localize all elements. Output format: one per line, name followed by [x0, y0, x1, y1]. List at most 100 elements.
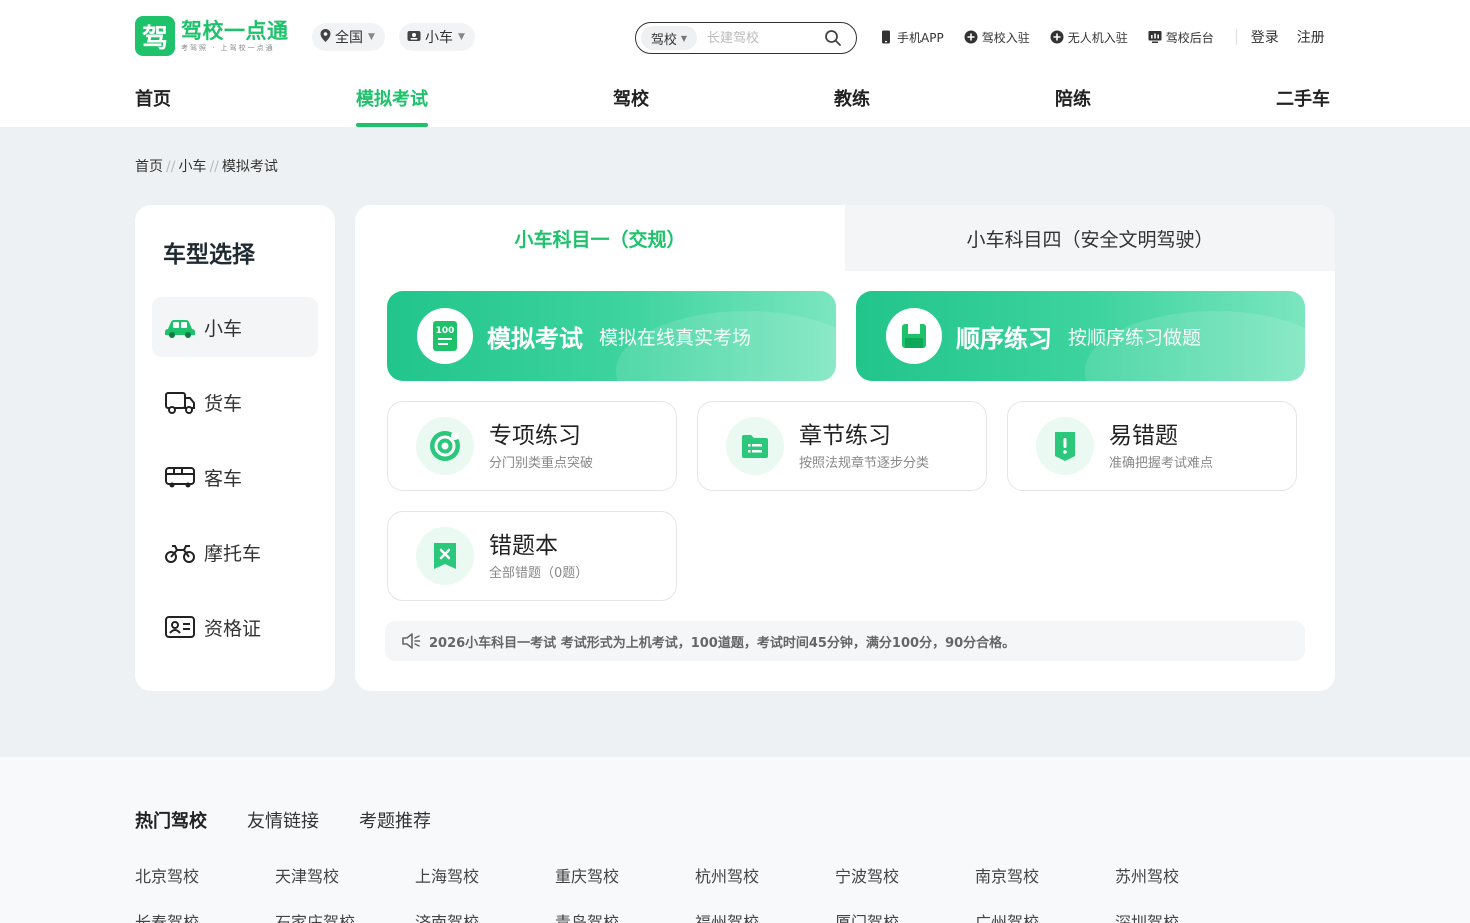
- sidebar-title: 车型选择: [163, 242, 255, 268]
- location-pin-icon: [320, 29, 331, 45]
- exam-paper-icon: 100: [417, 308, 473, 364]
- mock-exam-button[interactable]: 100 模拟考试 模拟在线真实考场: [387, 291, 836, 381]
- notice-text: 2026小车科目一考试 考试形式为上机考试，100道题，考试时间45分钟，满分1…: [429, 635, 1016, 651]
- tab-subject-one[interactable]: 小车科目一（交规）: [355, 205, 845, 271]
- footer-link[interactable]: 宁波驾校: [835, 863, 899, 887]
- exam-panel: 小车科目一（交规） 小车科目四（安全文明驾驶） 100 模拟考试 模拟在线真实考…: [355, 205, 1335, 691]
- vehicle-sidebar: 车型选择 小车 货车 客车 摩托车 资格证: [135, 205, 335, 691]
- plus-circle-icon: [964, 30, 978, 44]
- error-prone-card[interactable]: 易错题 准确把握考试难点: [1007, 401, 1297, 491]
- vehicle-selector[interactable]: 小车 ▼: [399, 23, 475, 51]
- plus-circle-icon: [1050, 30, 1064, 44]
- footer-link[interactable]: 青岛驾校: [555, 909, 619, 923]
- breadcrumb-home[interactable]: 首页: [135, 159, 163, 175]
- footer-link[interactable]: 上海驾校: [415, 863, 479, 887]
- nav-driving-school[interactable]: 驾校: [613, 85, 649, 127]
- sidebar-item-bus[interactable]: 客车: [152, 447, 318, 507]
- footer-link[interactable]: 济南驾校: [415, 909, 479, 923]
- nav-mock-exam[interactable]: 模拟考试: [356, 85, 428, 127]
- logo[interactable]: 驾 驾校一点通 考驾照 · 上驾校一点通: [135, 16, 289, 56]
- register-link[interactable]: 注册: [1297, 27, 1325, 47]
- wrong-answers-subtitle: 全部错题（0题）: [489, 565, 589, 581]
- footer: 热门驾校 友情链接 考题推荐 北京驾校 天津驾校 上海驾校 重庆驾校 杭州驾校 宁波驾校 南…: [0, 757, 1470, 923]
- search-input[interactable]: [707, 30, 819, 46]
- logo-name: 驾校一点通: [181, 19, 289, 43]
- login-link[interactable]: 登录: [1251, 27, 1279, 47]
- chapter-practice-subtitle: 按照法规章节逐步分类: [799, 455, 930, 471]
- footer-link[interactable]: 石家庄驾校: [275, 909, 355, 923]
- wrong-answers-title: 错题本: [489, 532, 558, 559]
- school-admin-link[interactable]: 驾校后台: [1148, 29, 1214, 46]
- search-type-dropdown[interactable]: 驾校 ▼: [641, 26, 697, 50]
- nav-coach[interactable]: 教练: [834, 85, 870, 127]
- dashboard-icon: [1148, 31, 1162, 43]
- footer-tab-recommended[interactable]: 考题推荐: [359, 807, 431, 833]
- breadcrumb-car[interactable]: 小车: [178, 159, 206, 175]
- sidebar-item-truck[interactable]: 货车: [152, 372, 318, 432]
- wrong-answers-card[interactable]: 错题本 全部错题（0题）: [387, 511, 677, 601]
- search-box: 驾校 ▼: [635, 22, 857, 54]
- sidebar-item-motorcycle[interactable]: 摩托车: [152, 522, 318, 582]
- id-card-icon: [165, 616, 195, 638]
- footer-link[interactable]: 厦门驾校: [835, 909, 899, 923]
- footer-link[interactable]: 福州驾校: [695, 909, 759, 923]
- sequential-practice-subtitle: 按顺序练习做题: [1068, 326, 1202, 349]
- folder-icon: [726, 417, 784, 475]
- book-icon: [886, 308, 942, 364]
- topic-practice-subtitle: 分门别类重点突破: [489, 455, 594, 471]
- topic-practice-title: 专项练习: [489, 422, 581, 449]
- footer-link[interactable]: 广州驾校: [975, 909, 1039, 923]
- bus-icon: [165, 467, 195, 488]
- drone-join-link[interactable]: 无人机入驻: [1050, 29, 1128, 46]
- wrong-book-icon: [416, 527, 474, 585]
- exclamation-icon: [1036, 417, 1094, 475]
- footer-link[interactable]: 长春驾校: [135, 909, 199, 923]
- vehicle-label: 小车: [425, 30, 453, 46]
- error-prone-title: 易错题: [1109, 422, 1178, 449]
- speaker-icon: [402, 633, 421, 649]
- logo-mark: 驾: [135, 16, 175, 56]
- sequential-practice-button[interactable]: 顺序练习 按顺序练习做题: [856, 291, 1305, 381]
- footer-link[interactable]: 苏州驾校: [1115, 863, 1179, 887]
- chapter-practice-title: 章节练习: [799, 422, 891, 449]
- search-icon[interactable]: [824, 29, 842, 47]
- nav-home[interactable]: 首页: [135, 85, 171, 127]
- footer-link[interactable]: 北京驾校: [135, 863, 199, 887]
- footer-link[interactable]: 深圳驾校: [1115, 909, 1179, 923]
- svg-text:100: 100: [436, 326, 455, 336]
- mock-exam-subtitle: 模拟在线真实考场: [599, 326, 752, 349]
- sequential-practice-title: 顺序练习: [956, 324, 1052, 353]
- phone-icon: [882, 30, 890, 44]
- exam-notice: 2026小车科目一考试 考试形式为上机考试，100道题，考试时间45分钟，满分1…: [385, 621, 1305, 661]
- logo-subtitle: 考驾照 · 上驾校一点通: [181, 44, 275, 52]
- header: 驾 驾校一点通 考驾照 · 上驾校一点通 全国 ▼ 小车 ▼ 驾校▼ 手机APP: [0, 0, 1470, 127]
- truck-icon: [165, 392, 195, 414]
- main-nav: 首页 模拟考试 驾校 教练 陪练 二手车: [135, 85, 1335, 127]
- footer-tab-friend-links[interactable]: 友情链接: [247, 807, 319, 833]
- chevron-down-icon: ▼: [368, 32, 375, 42]
- school-join-link[interactable]: 驾校入驻: [964, 29, 1030, 46]
- footer-tab-hot-schools[interactable]: 热门驾校: [135, 807, 207, 833]
- divider: [1235, 29, 1237, 45]
- error-prone-subtitle: 准确把握考试难点: [1109, 455, 1214, 471]
- nav-used-car[interactable]: 二手车: [1276, 85, 1330, 127]
- sidebar-item-certificate[interactable]: 资格证: [152, 597, 318, 657]
- chevron-down-icon: ▼: [458, 32, 465, 42]
- topic-practice-card[interactable]: 专项练习 分门别类重点突破: [387, 401, 677, 491]
- region-label: 全国: [335, 30, 363, 46]
- target-icon: [416, 417, 474, 475]
- footer-link[interactable]: 重庆驾校: [555, 863, 619, 887]
- mock-exam-title: 模拟考试: [487, 324, 583, 353]
- nav-practice-partner[interactable]: 陪练: [1055, 85, 1091, 127]
- tab-subject-four[interactable]: 小车科目四（安全文明驾驶）: [845, 205, 1335, 271]
- breadcrumb: 首页//小车//模拟考试: [135, 159, 278, 175]
- footer-link[interactable]: 南京驾校: [975, 863, 1039, 887]
- region-selector[interactable]: 全国 ▼: [312, 23, 385, 51]
- chevron-down-icon: ▼: [680, 33, 688, 43]
- sidebar-item-car[interactable]: 小车: [152, 297, 318, 357]
- mobile-app-link[interactable]: 手机APP: [879, 29, 944, 46]
- footer-link[interactable]: 杭州驾校: [695, 863, 759, 887]
- footer-link[interactable]: 天津驾校: [275, 863, 339, 887]
- id-card-icon: [407, 30, 421, 45]
- chapter-practice-card[interactable]: 章节练习 按照法规章节逐步分类: [697, 401, 987, 491]
